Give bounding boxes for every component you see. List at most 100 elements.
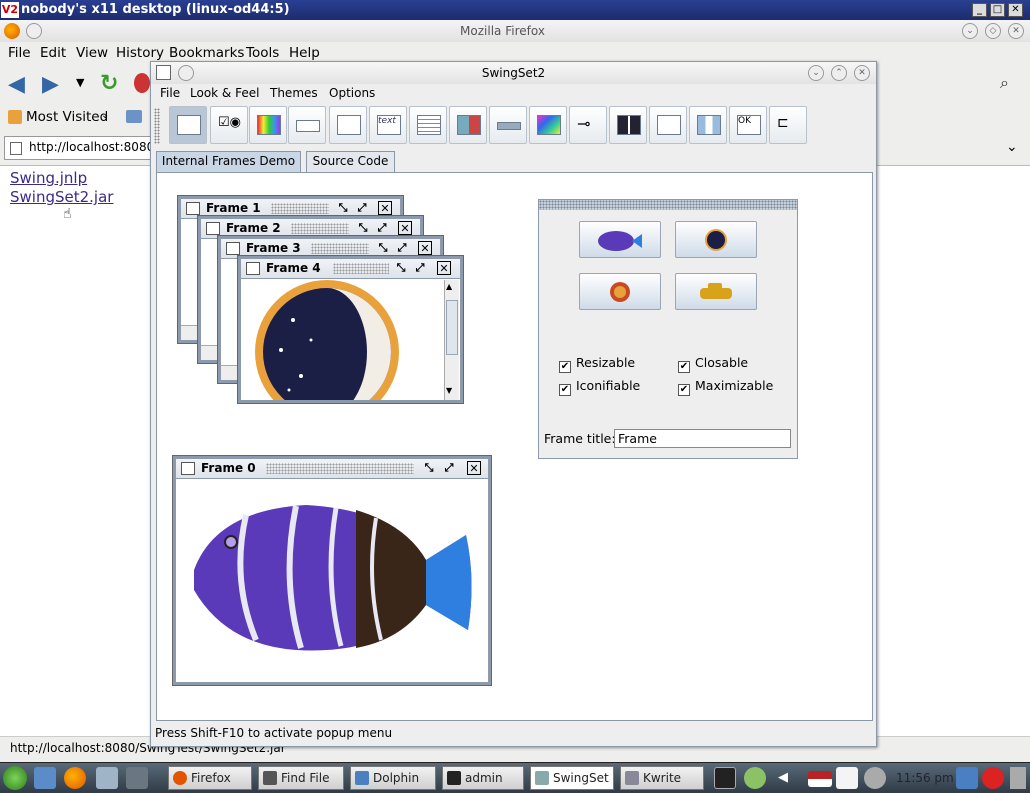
- ss-menu-look-feel[interactable]: Look & Feel: [190, 86, 259, 100]
- menu-view[interactable]: View: [76, 45, 108, 61]
- desktop-icon[interactable]: [34, 767, 56, 789]
- maximizable-checkbox[interactable]: ✔ Maximizable: [678, 378, 773, 396]
- create-moon-frame-button[interactable]: [675, 221, 757, 258]
- info-icon[interactable]: [864, 767, 886, 789]
- table-icon[interactable]: [689, 106, 727, 144]
- folder-icon[interactable]: [126, 110, 142, 123]
- combobox-icon[interactable]: [288, 106, 326, 144]
- toolbar-grip[interactable]: [154, 108, 160, 144]
- scroll-pane-icon[interactable]: [529, 106, 567, 144]
- file-chooser-icon[interactable]: [329, 106, 367, 144]
- list-icon[interactable]: [409, 106, 447, 144]
- url-input[interactable]: http://localhost:8080/: [4, 136, 158, 160]
- panel-title-grip[interactable]: [539, 200, 797, 210]
- frame-title-input[interactable]: [614, 429, 791, 448]
- swingset2-jar-link[interactable]: SwingSet2.jar: [10, 188, 113, 206]
- slider-icon[interactable]: ⊸: [569, 106, 607, 144]
- maximize-icon[interactable]: ⤢: [395, 241, 409, 255]
- internal-frame-4[interactable]: Frame 4 ⤡ ⤢ ✕ ▲ ▼: [238, 256, 463, 403]
- clipboard-icon[interactable]: [836, 767, 858, 789]
- close-icon[interactable]: ✕: [467, 461, 481, 475]
- maximize-icon[interactable]: ⤢: [413, 261, 427, 275]
- scroll-up-icon[interactable]: ▲: [446, 282, 452, 291]
- power-icon[interactable]: [982, 767, 1004, 789]
- tabbed-pane-icon[interactable]: [649, 106, 687, 144]
- swing-jnlp-link[interactable]: Swing.jnlp: [10, 169, 87, 187]
- tree-icon[interactable]: ⊏: [769, 106, 807, 144]
- checkbox-radio-icon[interactable]: ☑◉: [210, 106, 248, 144]
- task-kwrite[interactable]: Kwrite: [620, 766, 704, 790]
- scroll-down-icon[interactable]: ▼: [446, 386, 452, 395]
- minimize-icon[interactable]: ⌄: [808, 65, 824, 81]
- iconify-icon[interactable]: ⤡: [394, 261, 408, 275]
- ss-menu-options[interactable]: Options: [329, 86, 375, 100]
- reload-icon[interactable]: ↻: [100, 71, 118, 96]
- close-icon[interactable]: ✕: [1008, 3, 1023, 17]
- iconifiable-checkbox[interactable]: ✔ Iconifiable: [559, 378, 640, 396]
- maximize-icon[interactable]: □: [990, 3, 1005, 17]
- close-icon[interactable]: ✕: [398, 221, 412, 235]
- text-editor-icon[interactable]: text: [369, 106, 407, 144]
- stop-icon[interactable]: [134, 73, 150, 93]
- tray-arrow-icon[interactable]: ◀: [778, 770, 788, 785]
- maximize-icon[interactable]: ⌃: [831, 65, 847, 81]
- color-chooser-icon[interactable]: [249, 106, 287, 144]
- us-flag-icon[interactable]: [808, 771, 832, 787]
- firefox-launcher-icon[interactable]: [64, 767, 86, 789]
- kde-menu-icon[interactable]: [3, 766, 27, 790]
- menu-bookmarks[interactable]: Bookmarks: [169, 45, 244, 61]
- menu-help[interactable]: Help: [289, 45, 320, 61]
- back-icon[interactable]: ◀: [8, 72, 25, 97]
- history-dropdown-icon[interactable]: ▼: [76, 76, 84, 89]
- menu-edit[interactable]: Edit: [40, 45, 66, 61]
- menu-file[interactable]: File: [8, 45, 31, 61]
- close-icon[interactable]: ✕: [1008, 23, 1024, 39]
- chevron-down-icon[interactable]: ⌄: [1006, 139, 1018, 155]
- minimize-icon[interactable]: _: [972, 3, 987, 17]
- tab-internal-frames-demo[interactable]: Internal Frames Demo: [156, 151, 301, 172]
- split-pane-icon[interactable]: [609, 106, 647, 144]
- pager-icon[interactable]: [126, 767, 148, 789]
- option-pane-icon[interactable]: [449, 106, 487, 144]
- tab-source-code[interactable]: Source Code: [306, 151, 395, 172]
- panel-handle[interactable]: [1010, 767, 1026, 789]
- package-icon[interactable]: [744, 767, 766, 789]
- maximize-icon[interactable]: ⤢: [375, 221, 389, 235]
- internal-frame-icon[interactable]: [169, 106, 207, 144]
- iconify-icon[interactable]: ⤡: [422, 461, 436, 475]
- task-admin[interactable]: admin: [442, 766, 524, 790]
- task-firefox[interactable]: Firefox: [168, 766, 252, 790]
- closable-checkbox[interactable]: ✔ Closable: [678, 355, 748, 373]
- resizable-checkbox[interactable]: ✔ Resizable: [559, 355, 635, 373]
- scroll-thumb[interactable]: [446, 300, 458, 355]
- search-icon[interactable]: ⌕: [1000, 73, 1009, 93]
- progress-bar-icon[interactable]: [489, 106, 527, 144]
- task-dolphin[interactable]: Dolphin: [350, 766, 436, 790]
- maximize-icon[interactable]: ◇: [985, 23, 1001, 39]
- iconify-icon[interactable]: ⤡: [376, 241, 390, 255]
- ss-menu-file[interactable]: File: [160, 86, 180, 100]
- maximize-icon[interactable]: ⤢: [442, 461, 456, 475]
- maximize-icon[interactable]: ⤢: [355, 201, 369, 215]
- konsole-icon[interactable]: [714, 767, 736, 789]
- vertical-scrollbar[interactable]: ▲ ▼: [444, 280, 459, 400]
- tooltip-icon[interactable]: OK: [729, 106, 767, 144]
- iconify-icon[interactable]: ⤡: [356, 221, 370, 235]
- create-sun-frame-button[interactable]: [579, 273, 661, 310]
- internal-frame-0[interactable]: Frame 0 ⤡ ⤢ ✕: [173, 456, 491, 685]
- menu-tools[interactable]: Tools: [246, 45, 279, 61]
- iconify-icon[interactable]: ⤡: [336, 201, 350, 215]
- minimize-icon[interactable]: ⌄: [962, 23, 978, 39]
- task-swingset[interactable]: SwingSet: [530, 766, 614, 790]
- menu-history[interactable]: History: [116, 45, 164, 61]
- forward-icon[interactable]: ▶: [42, 72, 59, 97]
- ss-menu-themes[interactable]: Themes: [270, 86, 318, 100]
- task-find-file[interactable]: Find File: [258, 766, 344, 790]
- close-icon[interactable]: ✕: [854, 65, 870, 81]
- lock-icon[interactable]: [956, 767, 978, 789]
- file-manager-icon[interactable]: [96, 767, 118, 789]
- close-icon[interactable]: ✕: [437, 261, 451, 275]
- close-icon[interactable]: ✕: [418, 241, 432, 255]
- most-visited-button[interactable]: Most Visited: [26, 109, 108, 125]
- create-car-frame-button[interactable]: [675, 273, 757, 310]
